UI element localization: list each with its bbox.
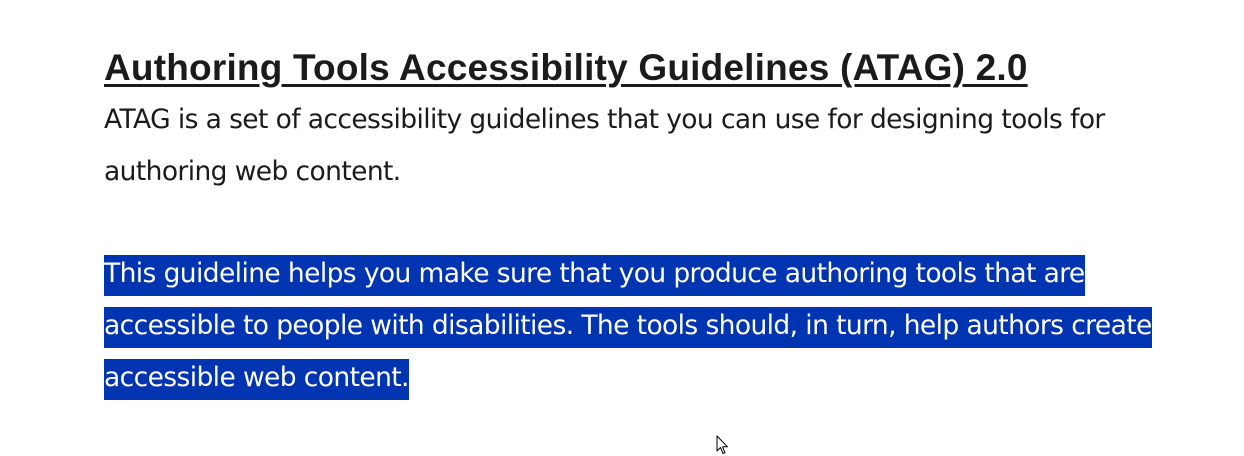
document-body: Authoring Tools Accessibility Guidelines…	[104, 42, 1204, 404]
selected-paragraph-block: This guideline helps you make sure that …	[104, 248, 1164, 404]
selected-paragraph-text[interactable]: This guideline helps you make sure that …	[104, 255, 1152, 400]
intro-paragraph: ATAG is a set of accessibility guideline…	[104, 104, 1105, 187]
mouse-pointer-icon	[716, 435, 728, 454]
page-heading-link[interactable]: Authoring Tools Accessibility Guidelines…	[104, 42, 1204, 94]
